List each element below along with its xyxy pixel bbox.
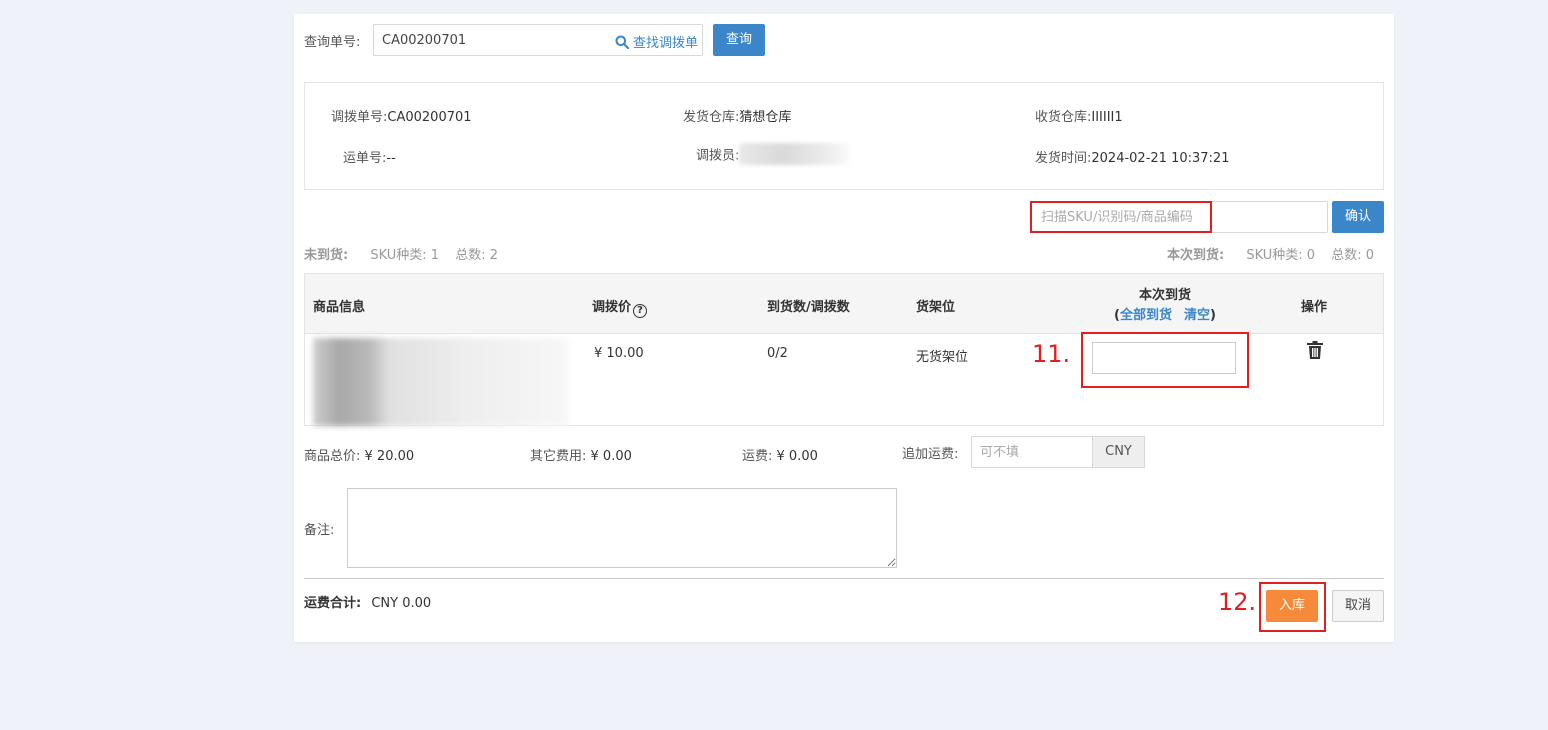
arrival-qty-box xyxy=(1092,342,1236,374)
col-shelf: 货架位 xyxy=(916,300,956,315)
find-transfer-text: 查找调拨单 xyxy=(632,36,698,51)
col-action: 操作 xyxy=(1301,300,1328,315)
extra-fee-label: 追加运费: xyxy=(902,447,959,462)
help-icon[interactable]: ? xyxy=(633,304,648,318)
scan-highlight xyxy=(1030,201,1212,233)
stock-in-button[interactable]: 入库 xyxy=(1266,590,1318,622)
row-shelf: 无货架位 xyxy=(916,350,969,365)
current-total: 总数: 0 xyxy=(1331,248,1374,263)
waybill-value: -- xyxy=(386,151,396,166)
search-icon xyxy=(615,35,629,49)
arrival-qty-input[interactable] xyxy=(1093,343,1235,373)
extra-fee-input[interactable] xyxy=(972,437,1092,467)
freight-field: 运费: ¥ 0.00 xyxy=(742,449,818,464)
pending-total: 总数: 2 xyxy=(455,248,499,263)
cancel-button[interactable]: 取消 xyxy=(1332,590,1384,622)
operator-field: 调拨员: xyxy=(696,143,850,165)
operator-redacted xyxy=(739,143,850,165)
product-image-redacted xyxy=(313,338,569,426)
transfer-no-field: 调拨单号:CA00200701 xyxy=(331,110,472,125)
extra-fee-box: CNY xyxy=(971,436,1145,468)
recv-warehouse-value: IIIIII1 xyxy=(1091,110,1123,125)
all-arrived-link[interactable]: 全部到货 xyxy=(1120,308,1172,323)
col-price: 调拨价? xyxy=(592,296,648,318)
ship-warehouse-field: 发货仓库:猜想仓库 xyxy=(683,110,792,125)
query-label: 查询单号: xyxy=(304,35,361,50)
waybill-field: 运单号:-- xyxy=(343,151,396,166)
remark-textarea[interactable] xyxy=(348,489,896,567)
items-table: 商品信息 调拨价? 到货数/调拨数 货架位 本次到货 (全部到货 清空) 操作 ¥… xyxy=(304,273,1384,426)
freight-total-field: 运费合计: CNY 0.00 xyxy=(304,596,432,611)
confirm-button[interactable]: 确认 xyxy=(1332,201,1384,233)
delete-button[interactable] xyxy=(1307,341,1323,363)
step-11-label: 11. xyxy=(1032,340,1071,368)
col-qty: 到货数/调拨数 xyxy=(767,300,850,315)
table-row: ¥ 10.00 0/2 无货架位 11. xyxy=(305,332,1383,426)
query-button[interactable]: 查询 xyxy=(713,24,765,56)
goods-total-field: 商品总价: ¥ 20.00 xyxy=(304,449,415,464)
find-transfer-link[interactable]: 查找调拨单 xyxy=(615,32,698,51)
ship-time-value: 2024-02-21 10:37:21 xyxy=(1091,151,1230,166)
transfer-info-box: 调拨单号:CA00200701 发货仓库:猜想仓库 收货仓库:IIIIII1 运… xyxy=(304,82,1384,190)
footer-divider xyxy=(304,578,1384,579)
freight-value: ¥ 0.00 xyxy=(776,449,818,464)
recv-warehouse-field: 收货仓库:IIIIII1 xyxy=(1035,110,1123,125)
main-panel: 查询单号: 查找调拨单 查询 调拨单号:CA00200701 发货仓库:猜想仓库… xyxy=(294,14,1394,642)
pending-sku: SKU种类: 1 xyxy=(370,248,440,263)
clear-link[interactable]: 清空 xyxy=(1184,308,1210,323)
remark-box xyxy=(347,488,897,568)
query-search-box: 查找调拨单 xyxy=(373,24,703,56)
col-arrival: 本次到货 (全部到货 清空) xyxy=(1114,288,1216,323)
ship-time-field: 发货时间:2024-02-21 10:37:21 xyxy=(1035,151,1230,166)
query-input[interactable] xyxy=(374,25,609,55)
remark-label: 备注: xyxy=(304,523,335,538)
row-price: ¥ 10.00 xyxy=(594,346,644,361)
current-sku: SKU种类: 0 xyxy=(1246,248,1316,263)
row-qty: 0/2 xyxy=(767,346,788,361)
currency-addon: CNY xyxy=(1092,437,1144,467)
goods-total-value: ¥ 20.00 xyxy=(364,449,415,464)
ship-warehouse-value: 猜想仓库 xyxy=(739,110,792,125)
trash-icon xyxy=(1307,341,1323,359)
current-stats: 本次到货: SKU种类: 0 总数: 0 xyxy=(1166,248,1374,263)
pending-stats: 未到货: SKU种类: 1 总数: 2 xyxy=(304,248,499,263)
other-fee-field: 其它费用: ¥ 0.00 xyxy=(530,449,632,464)
transfer-no-value: CA00200701 xyxy=(387,110,472,125)
freight-total-value: CNY 0.00 xyxy=(371,596,432,611)
other-fee-value: ¥ 0.00 xyxy=(590,449,632,464)
col-product: 商品信息 xyxy=(313,300,366,315)
table-header: 商品信息 调拨价? 到货数/调拨数 货架位 本次到货 (全部到货 清空) 操作 xyxy=(305,274,1383,334)
step-12-label: 12. xyxy=(1218,588,1257,616)
